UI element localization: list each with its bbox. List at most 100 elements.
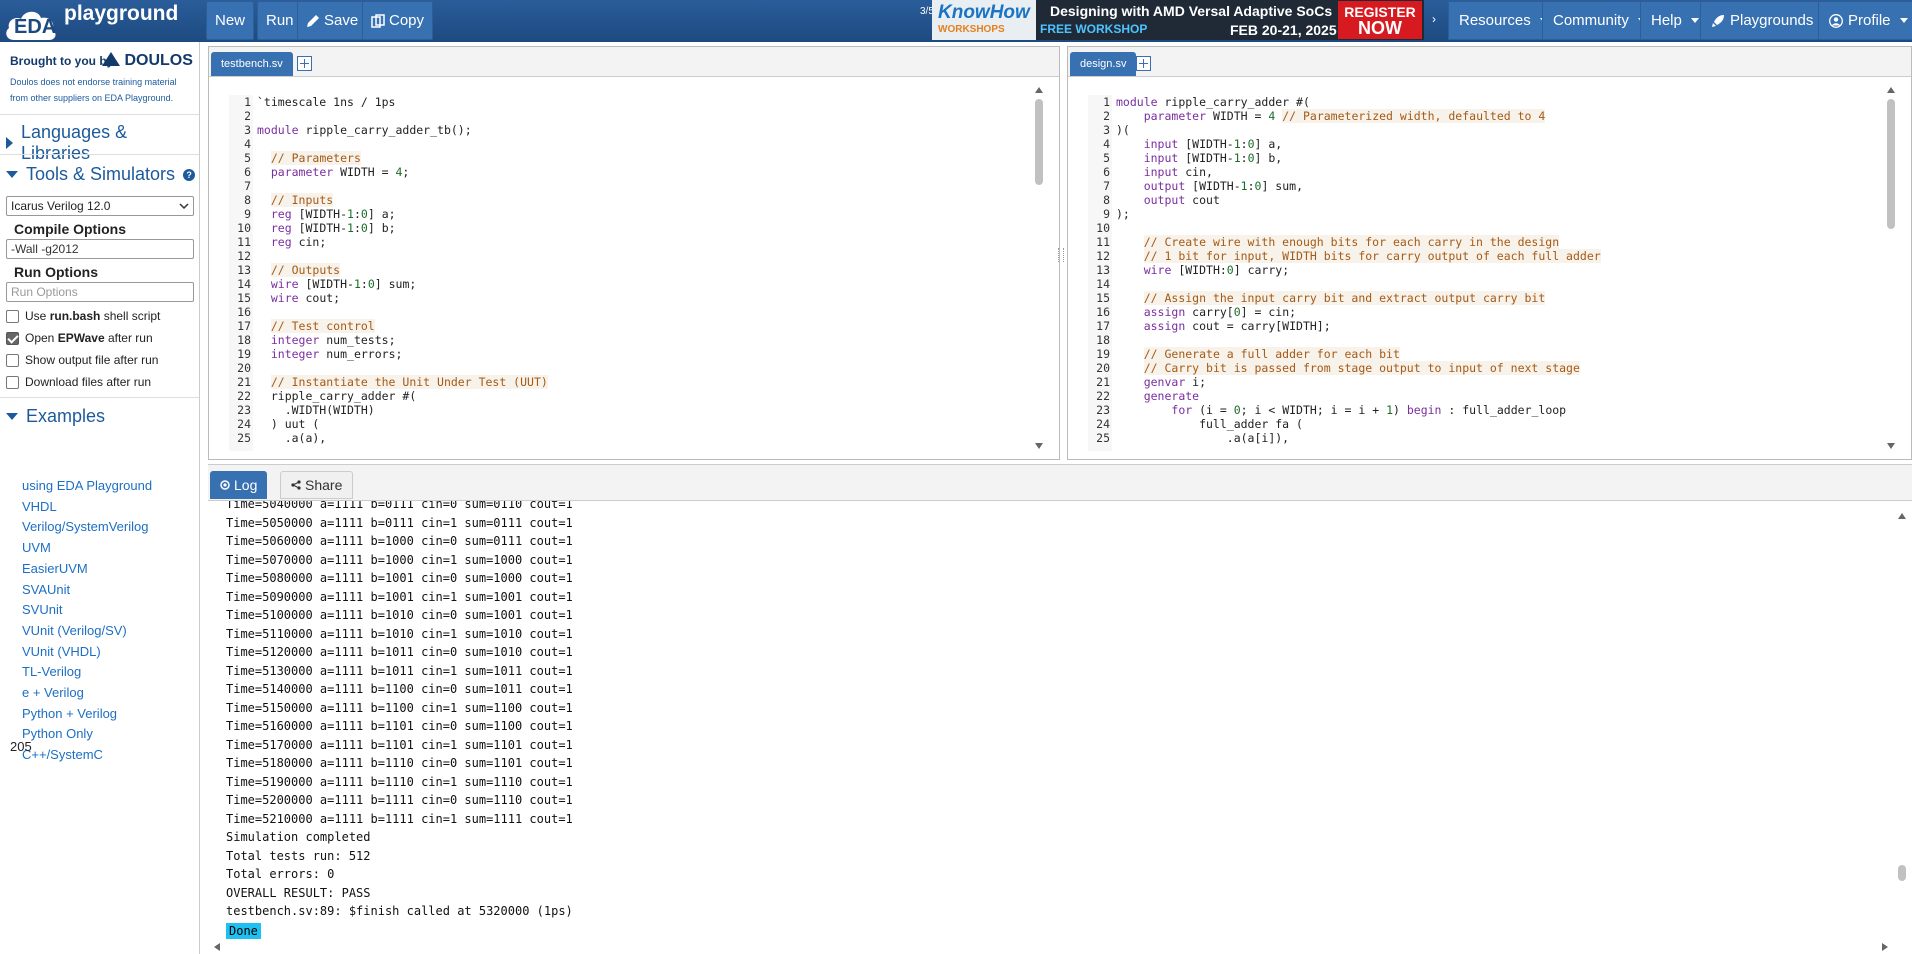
tools-simulators-section[interactable]: Tools & Simulators ? [6,164,196,185]
code-text: `timescale 1ns / 1ps [257,95,396,109]
example-link[interactable]: VUnit (Verilog/SV) [22,623,127,638]
run-button[interactable]: Run [257,1,303,40]
register-now-button[interactable]: REGISTER NOW [1338,1,1422,39]
scroll-down-icon[interactable] [1887,443,1895,449]
example-link[interactable]: SVUnit [22,602,62,617]
code-line: 22 ripple_carry_adder #( [229,389,416,403]
new-button[interactable]: New [206,1,255,40]
example-link[interactable]: Python + Verilog [22,706,117,721]
code-text: wire cout; [270,291,341,305]
code-line: 13 wire [WIDTH:0] carry; [1088,263,1289,277]
line-number: 3 [244,123,251,137]
run-options-input[interactable]: Run Options [6,282,194,302]
pane-splitter[interactable] [1058,248,1064,262]
scroll-thumb[interactable] [1035,99,1043,185]
checkbox-unchecked[interactable] [6,353,19,367]
examples-section[interactable]: Examples [6,406,105,427]
code-text: parameter WIDTH = 4; [270,165,410,179]
code-line: 4 input [WIDTH-1:0] a, [1088,137,1282,151]
code-text: for (i = 0; i < WIDTH; i = i + 1) begin … [1171,403,1567,417]
code-line: 14 wire [WIDTH-1:0] sum; [229,277,416,291]
profile-menu[interactable]: Profile [1818,1,1912,40]
ad-next-icon[interactable]: › [1432,12,1436,26]
tab-log[interactable]: Log [210,471,268,499]
scroll-up-icon[interactable] [1887,87,1895,93]
doulos-logo[interactable]: DOULOS [102,52,193,70]
example-link[interactable]: Verilog/SystemVerilog [22,519,148,534]
checkbox-checked[interactable] [6,331,19,345]
scroll-up-icon[interactable] [1035,87,1043,93]
scroll-right-icon[interactable] [1882,943,1888,951]
code-text: // Generate a full adder for each bit [1143,347,1400,361]
code-line: 19 // Generate a full adder for each bit [1088,347,1400,361]
scroll-thumb[interactable] [1887,99,1895,229]
example-link[interactable]: C++/SystemC [22,747,103,762]
chevron-down-icon [6,413,18,420]
simulator-selected-value: Icarus Verilog 12.0 [11,199,111,213]
ad-banner[interactable]: KnowHow WORKSHOPS Designing with AMD Ver… [932,0,1424,40]
scroll-thumb[interactable] [1898,865,1906,881]
log-scrollbar[interactable] [1896,505,1908,945]
eda-playground-logo[interactable]: EDA playground [4,2,200,40]
code-text: // Assign the input carry bit and extrac… [1143,291,1546,305]
example-link[interactable]: SVAUnit [22,582,70,597]
chevron-down-icon [6,171,18,178]
example-link[interactable]: UVM [22,540,51,555]
line-number: 8 [244,193,251,207]
code-text: assign carry[0] = cin; [1143,305,1297,319]
editor-scrollbar[interactable] [1033,83,1045,453]
code-text: genvar i; [1143,375,1207,389]
scroll-down-icon[interactable] [1035,443,1043,449]
copy-button[interactable]: Copy [362,1,434,40]
code-line: 17 // Test control [229,319,375,333]
languages-libraries-section[interactable]: Languages & Libraries [6,122,199,164]
code-text: )( [1116,123,1130,137]
code-text: integer num_tests; [270,333,396,347]
compile-options-input[interactable]: -Wall -g2012 [6,239,194,259]
show-output-checkbox[interactable]: Show output file after run [6,353,158,367]
checkbox-unchecked[interactable] [6,309,19,323]
code-text: wire [WIDTH-1:0] sum; [270,277,417,291]
example-link[interactable]: VUnit (VHDL) [22,644,101,659]
example-link[interactable]: e + Verilog [22,685,84,700]
example-link[interactable]: TL-Verilog [22,664,81,679]
example-link[interactable]: EasierUVM [22,561,88,576]
add-file-icon[interactable] [297,56,312,71]
line-number: 13 [237,263,251,277]
line-number: 2 [244,109,251,123]
tab-design[interactable]: design.sv [1070,52,1137,76]
code-line: 16 assign carry[0] = cin; [1088,305,1296,319]
scroll-left-icon[interactable] [214,943,220,951]
example-link[interactable]: Python Only [22,726,93,741]
line-number: 11 [1096,235,1110,249]
editor-scrollbar[interactable] [1885,83,1897,453]
open-epwave-checkbox[interactable]: Open EPWave after run [6,331,153,345]
design-code[interactable]: 1 module ripple_carry_adder #(2 parameter… [1088,95,1868,451]
add-file-icon[interactable] [1136,56,1151,71]
checkbox-unchecked[interactable] [6,375,19,389]
log-line: Time=5170000 a=1111 b=1101 cin=1 sum=110… [226,737,573,752]
log-line: Time=5120000 a=1111 b=1011 cin=0 sum=101… [226,645,573,659]
example-link[interactable]: VHDL [22,499,57,514]
simulator-select[interactable]: Icarus Verilog 12.0 [6,196,194,216]
run-bash-checkbox[interactable]: Use run.bash shell script [6,309,160,323]
open-epwave-label: Open EPWave after run [25,331,153,345]
save-button[interactable]: Save [297,1,368,40]
tab-testbench[interactable]: testbench.sv [211,52,293,76]
line-number: 15 [1096,291,1110,305]
code-line: 3)( [1088,123,1130,137]
code-line: 6 input cin, [1088,165,1213,179]
tab-share[interactable]: Share [280,471,354,499]
scroll-up-icon[interactable] [1898,513,1906,519]
line-number: 12 [1096,249,1110,263]
download-files-checkbox[interactable]: Download files after run [6,375,151,389]
knowhow-logo: KnowHow WORKSHOPS [932,0,1036,40]
code-line: 20 [229,361,257,375]
example-link[interactable]: using EDA Playground [22,478,152,493]
line-number: 24 [1096,417,1110,431]
code-line: 15 wire cout; [229,291,340,305]
testbench-code[interactable]: 1 `timescale 1ns / 1ps 2 3 module ripple_car… [229,95,1009,451]
help-icon[interactable]: ? [183,168,196,181]
log-line: Time=5070000 a=1111 b=1000 cin=1 sum=100… [226,552,573,567]
log-output[interactable]: Done Time=5040000 a=1111 b=0111 cin=0 su… [218,501,1878,941]
